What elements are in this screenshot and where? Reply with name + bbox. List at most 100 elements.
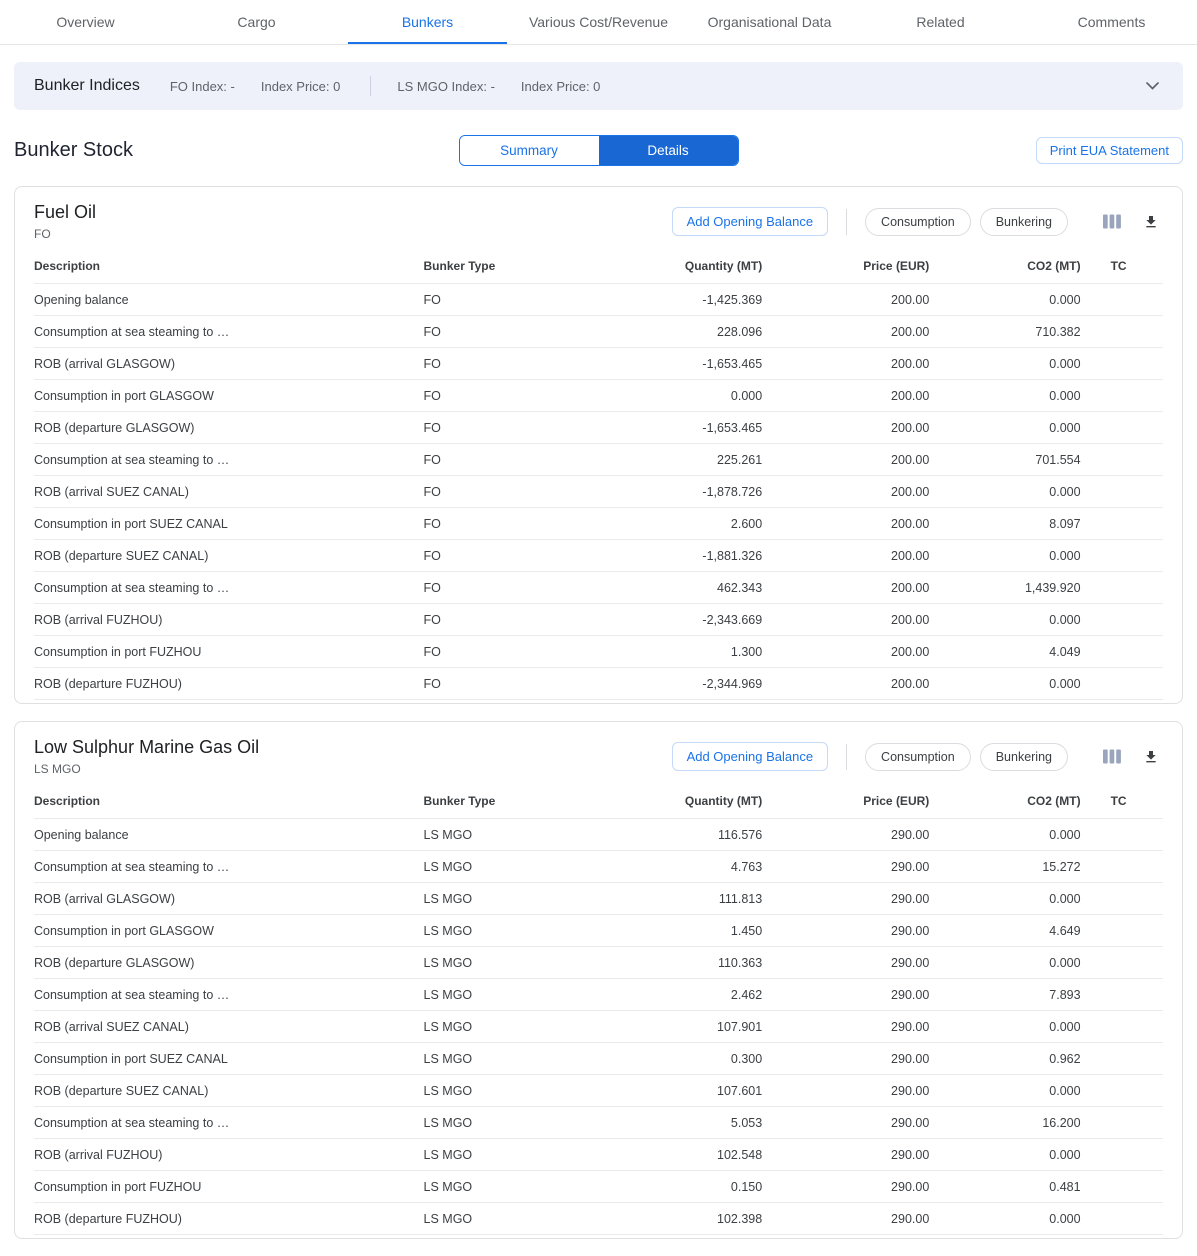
co2-cell: 1,439.920 [929, 572, 1080, 604]
bunkering-button[interactable]: Bunkering [980, 208, 1068, 236]
table-row[interactable]: ROB (departure GLASGOW)LS MGO110.363290.… [34, 947, 1163, 979]
price-cell: 290.00 [762, 1011, 929, 1043]
description-cell: ROB (arrival SUEZ CANAL) [34, 476, 424, 508]
table-row[interactable]: Consumption at sea steaming to …FO228.09… [34, 316, 1163, 348]
co2-cell: 0.000 [929, 380, 1080, 412]
table-row[interactable]: Consumption at sea steaming to …LS MGO5.… [34, 1107, 1163, 1139]
table-row[interactable]: ROB (arrival FUZHOU)LS MGO102.548290.000… [34, 1139, 1163, 1171]
bunker-type-cell: FO [424, 316, 593, 348]
add-opening-balance-button[interactable]: Add Opening Balance [672, 742, 828, 771]
quantity-cell: 0.300 [593, 1043, 762, 1075]
column-header: TC [1081, 784, 1163, 819]
price-cell: 200.00 [762, 540, 929, 572]
description-cell: Consumption at sea steaming to … [34, 316, 424, 348]
table-row[interactable]: ROB (arrival FUZHOU)FO-2,343.669200.000.… [34, 604, 1163, 636]
co2-cell: 0.000 [929, 284, 1080, 316]
table-row[interactable]: Consumption in port FUZHOULS MGO0.150290… [34, 1171, 1163, 1203]
tab-organisational-data[interactable]: Organisational Data [684, 0, 855, 44]
download-icon[interactable] [1139, 210, 1163, 234]
table-row[interactable]: ROB (arrival GLASGOW)LS MGO111.813290.00… [34, 883, 1163, 915]
co2-cell: 701.554 [929, 444, 1080, 476]
table-row[interactable]: Consumption in port SUEZ CANALFO2.600200… [34, 508, 1163, 540]
consumption-button[interactable]: Consumption [865, 743, 971, 771]
column-header: Description [34, 784, 424, 819]
table-header-row: DescriptionBunker TypeQuantity (MT)Price… [34, 784, 1163, 819]
bunker-type-cell: LS MGO [424, 1043, 593, 1075]
print-eua-statement-button[interactable]: Print EUA Statement [1036, 137, 1183, 164]
table-row[interactable]: Consumption at sea steaming to …FO225.26… [34, 444, 1163, 476]
bunker-type-cell: LS MGO [424, 1011, 593, 1043]
co2-cell: 0.000 [929, 1139, 1080, 1171]
tab-various-cost-revenue[interactable]: Various Cost/Revenue [513, 0, 684, 44]
chevron-down-icon[interactable] [1142, 78, 1163, 94]
quantity-cell: 5.053 [593, 1107, 762, 1139]
tc-cell [1081, 380, 1163, 412]
description-cell: ROB (departure FUZHOU) [34, 1203, 424, 1235]
tc-cell [1081, 819, 1163, 851]
quantity-cell: 1.450 [593, 915, 762, 947]
table-row[interactable]: ROB (departure GLASGOW)FO-1,653.465200.0… [34, 412, 1163, 444]
tc-cell [1081, 979, 1163, 1011]
price-cell: 200.00 [762, 380, 929, 412]
bunkering-button[interactable]: Bunkering [980, 743, 1068, 771]
co2-cell: 0.000 [929, 1075, 1080, 1107]
table-row[interactable]: ROB (arrival GLASGOW)FO-1,653.465200.000… [34, 348, 1163, 380]
tc-cell [1081, 851, 1163, 883]
table-row[interactable]: Consumption in port SUEZ CANALLS MGO0.30… [34, 1043, 1163, 1075]
table-row[interactable]: ROB (departure SUEZ CANAL)FO-1,881.32620… [34, 540, 1163, 572]
toggle-details-button[interactable]: Details [599, 136, 738, 165]
tab-bunkers[interactable]: Bunkers [342, 0, 513, 44]
bunker-indices-bar: Bunker Indices FO Index: -Index Price: 0… [14, 62, 1183, 110]
bunker-type-cell: FO [424, 348, 593, 380]
table-row[interactable]: ROB (arrival SUEZ CANAL)LS MGO107.901290… [34, 1011, 1163, 1043]
add-opening-balance-button[interactable]: Add Opening Balance [672, 207, 828, 236]
price-cell: 290.00 [762, 979, 929, 1011]
table-row[interactable]: Consumption at sea steaming to …LS MGO4.… [34, 851, 1163, 883]
table-row[interactable]: ROB (departure FUZHOU)LS MGO102.398290.0… [34, 1203, 1163, 1235]
table-row[interactable]: Opening balanceLS MGO116.576290.000.000 [34, 819, 1163, 851]
tab-cargo[interactable]: Cargo [171, 0, 342, 44]
columns-icon[interactable] [1099, 210, 1125, 233]
table-row[interactable]: ROB (departure FUZHOU)FO-2,344.969200.00… [34, 668, 1163, 700]
co2-cell: 0.000 [929, 947, 1080, 979]
bunker-type-cell: LS MGO [424, 1075, 593, 1107]
price-cell: 200.00 [762, 316, 929, 348]
bunker-type-cell: LS MGO [424, 1107, 593, 1139]
description-cell: Consumption in port SUEZ CANAL [34, 1043, 424, 1075]
tc-cell [1081, 636, 1163, 668]
quantity-cell: 111.813 [593, 883, 762, 915]
tc-cell [1081, 947, 1163, 979]
tab-comments[interactable]: Comments [1026, 0, 1197, 44]
co2-cell: 0.962 [929, 1043, 1080, 1075]
table-row[interactable]: Consumption in port GLASGOWLS MGO1.45029… [34, 915, 1163, 947]
table-row[interactable]: Consumption at sea steaming to …LS MGO2.… [34, 979, 1163, 1011]
tc-cell [1081, 284, 1163, 316]
table-row[interactable]: ROB (departure SUEZ CANAL)LS MGO107.6012… [34, 1075, 1163, 1107]
table-row[interactable]: Opening balanceFO-1,425.369200.000.000 [34, 284, 1163, 316]
bunker-type-cell: FO [424, 508, 593, 540]
columns-icon[interactable] [1099, 745, 1125, 768]
description-cell: Opening balance [34, 819, 424, 851]
bunker-type-cell: FO [424, 572, 593, 604]
co2-cell: 0.000 [929, 476, 1080, 508]
tab-overview[interactable]: Overview [0, 0, 171, 44]
tab-related[interactable]: Related [855, 0, 1026, 44]
quantity-cell: 107.601 [593, 1075, 762, 1107]
column-header: TC [1081, 249, 1163, 284]
table-row[interactable]: Consumption in port FUZHOUFO1.300200.004… [34, 636, 1163, 668]
description-cell: ROB (arrival SUEZ CANAL) [34, 1011, 424, 1043]
table-row[interactable]: ROB (arrival SUEZ CANAL)FO-1,878.726200.… [34, 476, 1163, 508]
page-header: Bunker Stock Summary Details Print EUA S… [14, 134, 1183, 166]
price-cell: 290.00 [762, 1107, 929, 1139]
consumption-button[interactable]: Consumption [865, 208, 971, 236]
table-row[interactable]: Consumption at sea steaming to …FO462.34… [34, 572, 1163, 604]
co2-cell: 0.481 [929, 1171, 1080, 1203]
download-icon[interactable] [1139, 745, 1163, 769]
price-cell: 200.00 [762, 284, 929, 316]
price-cell: 200.00 [762, 636, 929, 668]
co2-cell: 15.272 [929, 851, 1080, 883]
quantity-cell: 4.763 [593, 851, 762, 883]
quantity-cell: -2,343.669 [593, 604, 762, 636]
toggle-summary-button[interactable]: Summary [460, 136, 599, 165]
table-row[interactable]: Consumption in port GLASGOWFO0.000200.00… [34, 380, 1163, 412]
